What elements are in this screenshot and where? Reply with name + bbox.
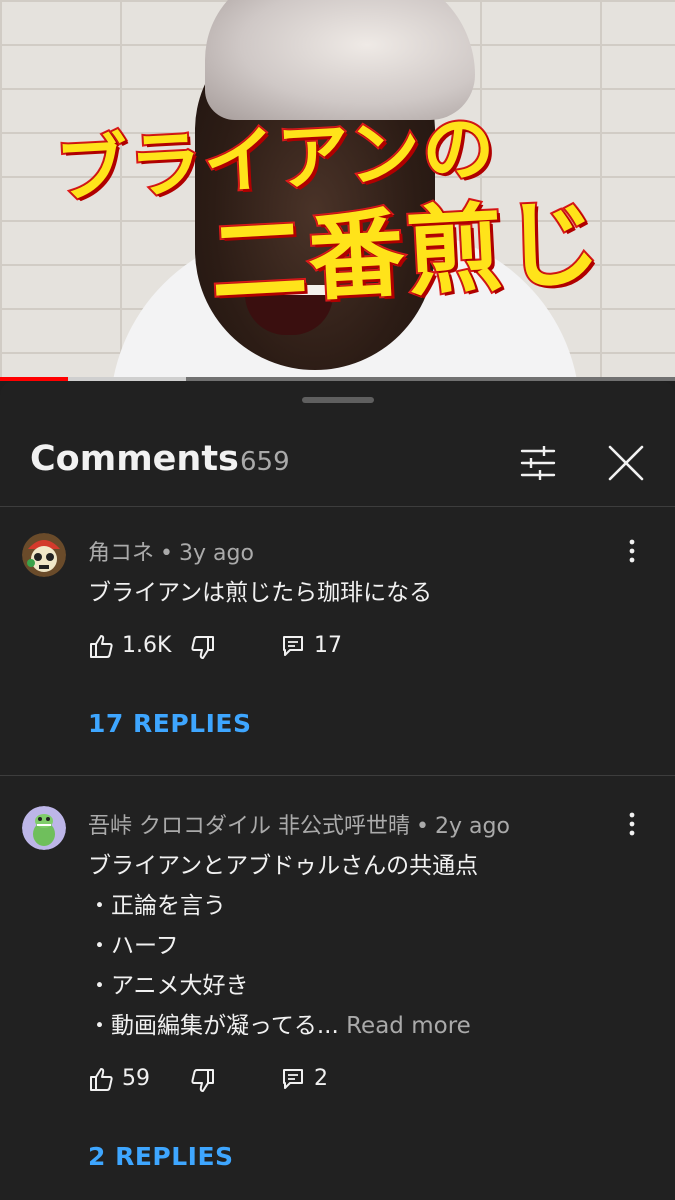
comment-actions: 59 2 xyxy=(88,1066,388,1096)
sliders-icon[interactable] xyxy=(516,441,560,485)
comments-header: Comments 659 xyxy=(0,421,675,507)
comment-text-truncated: ・動画編集が凝ってる... xyxy=(88,1013,339,1039)
reply-count: 17 xyxy=(314,633,342,658)
comments-sheet: Comments 659 角コネ • 3y ago ブライアンは煎じたら珈琲にな… xyxy=(0,381,675,1200)
skull-avatar-icon xyxy=(22,533,66,577)
video-caption-line-2: 二番煎じ xyxy=(206,185,607,321)
comment-text-line: ブライアンは煎じたら珈琲になる xyxy=(88,580,433,606)
thumb-up-icon[interactable] xyxy=(88,1066,114,1092)
reply-count: 2 xyxy=(314,1066,328,1091)
close-icon[interactable] xyxy=(604,441,648,485)
reply-icon[interactable] xyxy=(282,1068,304,1090)
more-vert-icon[interactable] xyxy=(620,810,644,838)
comment-text-line: ブライアンとアブドゥルさんの共通点 xyxy=(88,853,479,879)
like-count: 59 xyxy=(122,1066,150,1091)
comment-text-line: ・アニメ大好き xyxy=(88,973,249,999)
comment-meta: 角コネ • 3y ago xyxy=(88,535,254,567)
thumb-up-icon[interactable] xyxy=(88,633,114,659)
avatar[interactable] xyxy=(22,533,66,577)
meta-separator: • xyxy=(160,541,173,566)
meta-separator: • xyxy=(416,814,429,839)
reply-icon[interactable] xyxy=(282,635,304,657)
view-replies-button[interactable]: 2 REPLIES xyxy=(88,1142,234,1171)
comment-author[interactable]: 吾峠 クロコダイル 非公式呼世晴 xyxy=(88,814,410,839)
like-count: 1.6K xyxy=(122,633,172,658)
drag-handle[interactable] xyxy=(302,397,374,403)
comment-actions: 1.6K 17 xyxy=(88,633,388,663)
avatar[interactable] xyxy=(22,806,66,850)
header-divider xyxy=(0,506,675,507)
comment-text-line: ・ハーフ xyxy=(88,933,179,959)
comment-text-line: ・正論を言う xyxy=(88,893,226,919)
comments-title: Comments xyxy=(30,439,239,479)
video-player[interactable]: ブライアンの 二番煎じ xyxy=(0,0,675,380)
comments-count: 659 xyxy=(240,447,290,477)
comment-text-line-last: ・動画編集が凝ってる... Read more xyxy=(88,1006,471,1040)
read-more-link[interactable]: Read more xyxy=(346,1013,471,1039)
crocodile-avatar-icon xyxy=(22,806,66,850)
comment-author[interactable]: 角コネ xyxy=(88,541,154,566)
comment-time: 2y ago xyxy=(434,814,510,839)
comment-meta: 吾峠 クロコダイル 非公式呼世晴 • 2y ago xyxy=(88,808,510,840)
thumb-down-icon[interactable] xyxy=(190,1068,216,1094)
thumb-down-icon[interactable] xyxy=(190,635,216,661)
more-vert-icon[interactable] xyxy=(620,537,644,565)
comment-time: 3y ago xyxy=(179,541,254,566)
view-replies-button[interactable]: 17 REPLIES xyxy=(88,709,251,738)
comment-divider xyxy=(0,775,675,776)
